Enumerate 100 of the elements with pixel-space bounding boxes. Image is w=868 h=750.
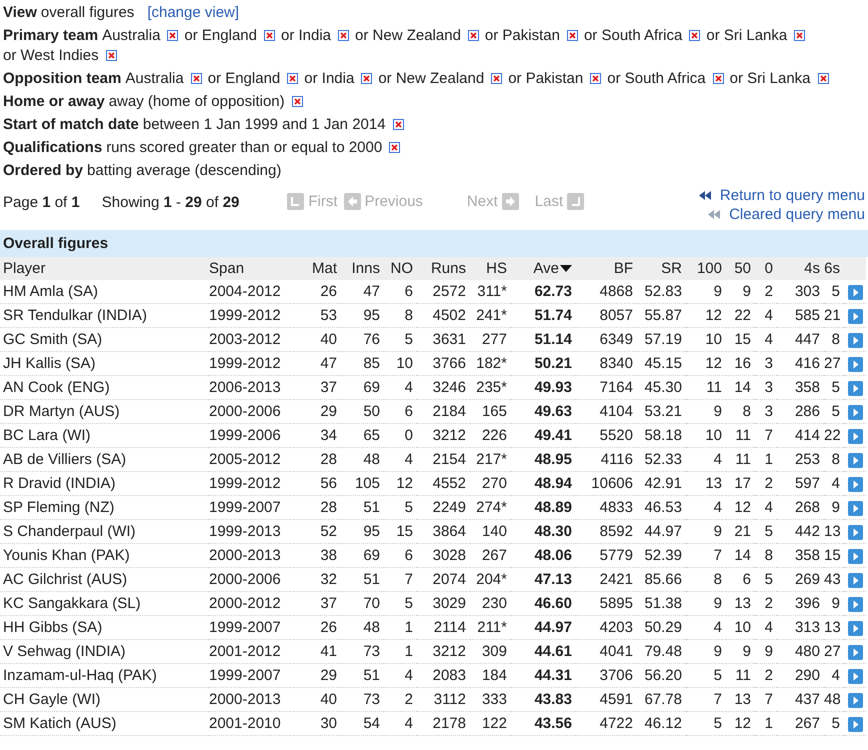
- play-icon[interactable]: [848, 524, 862, 540]
- table-cell: 311*: [470, 280, 511, 304]
- filter-label: Home or away: [3, 93, 105, 110]
- column-header[interactable]: BF: [576, 257, 637, 280]
- table-cell: 3212: [417, 424, 470, 448]
- table-cell: 2572: [417, 280, 470, 304]
- column-header[interactable]: Player: [0, 257, 209, 280]
- remove-icon[interactable]: [190, 73, 202, 84]
- column-header[interactable]: 0: [755, 257, 777, 280]
- column-header[interactable]: 6s: [824, 257, 844, 280]
- remove-icon[interactable]: [590, 73, 602, 84]
- table-cell: 5: [384, 496, 417, 520]
- remove-icon[interactable]: [287, 73, 298, 84]
- remove-icon[interactable]: [338, 30, 350, 41]
- column-header[interactable]: HS: [470, 257, 511, 280]
- play-icon[interactable]: [848, 572, 862, 588]
- remove-icon[interactable]: [689, 30, 700, 41]
- table-cell: 4: [384, 664, 417, 688]
- table-cell: 56.20: [637, 664, 686, 688]
- play-icon[interactable]: [848, 332, 862, 348]
- remove-icon[interactable]: [106, 50, 117, 61]
- column-header[interactable]: SR: [637, 257, 686, 280]
- play-icon[interactable]: [848, 356, 862, 372]
- table-cell: 4104: [576, 400, 637, 424]
- remove-icon[interactable]: [712, 73, 724, 84]
- remove-icon[interactable]: [468, 30, 479, 41]
- play-icon[interactable]: [848, 380, 862, 396]
- remove-icon[interactable]: [794, 30, 806, 41]
- table-cell: 48.89: [511, 496, 576, 520]
- table-cell: 48: [341, 448, 384, 472]
- table-cell: 4: [755, 328, 777, 352]
- column-header[interactable]: Mat: [294, 257, 341, 280]
- play-icon[interactable]: [848, 308, 862, 324]
- play-icon[interactable]: [848, 692, 862, 708]
- column-header[interactable]: Runs: [417, 257, 470, 280]
- table-cell: 3: [755, 352, 777, 376]
- table-cell: 8: [824, 328, 844, 352]
- table-cell: 4: [824, 472, 844, 496]
- table-cell: 79.48: [637, 640, 686, 664]
- change-view-link[interactable]: [change view]: [147, 4, 240, 21]
- remove-icon[interactable]: [292, 96, 303, 107]
- play-icon[interactable]: [848, 428, 862, 444]
- play-icon[interactable]: [848, 452, 862, 468]
- remove-icon[interactable]: [491, 73, 502, 84]
- table-cell: 30: [294, 712, 341, 736]
- filter-value: or South Africa: [607, 70, 706, 87]
- remove-icon[interactable]: [818, 73, 829, 84]
- play-icon[interactable]: [848, 284, 862, 300]
- filter-value: Australia: [125, 70, 184, 87]
- play-icon[interactable]: [848, 476, 862, 492]
- table-cell: 48: [341, 616, 384, 640]
- table-cell: 45.30: [637, 376, 686, 400]
- table-cell: R Dravid (INDIA): [0, 472, 209, 496]
- table-cell: AC Gilchrist (AUS): [0, 568, 209, 592]
- table-cell: 26: [294, 616, 341, 640]
- column-header[interactable]: 50: [726, 257, 755, 280]
- remove-icon[interactable]: [167, 30, 178, 41]
- play-icon[interactable]: [848, 404, 862, 420]
- table-cell: 6: [726, 568, 755, 592]
- remove-icon[interactable]: [264, 30, 275, 41]
- table-cell: 11: [726, 448, 755, 472]
- column-header[interactable]: Span: [209, 257, 294, 280]
- remove-icon[interactable]: [389, 142, 400, 153]
- column-header[interactable]: Ave: [511, 257, 576, 280]
- remove-icon[interactable]: [566, 30, 578, 41]
- table-cell: 37: [294, 376, 341, 400]
- table-cell: 253: [777, 448, 824, 472]
- query-menu-link[interactable]: Cleared query menu: [729, 205, 865, 224]
- table-cell: 1: [384, 616, 417, 640]
- play-icon[interactable]: [848, 596, 862, 612]
- play-icon[interactable]: [848, 716, 862, 732]
- table-cell: 480: [777, 640, 824, 664]
- play-icon[interactable]: [848, 668, 862, 684]
- table-cell: 2004-2012: [209, 280, 294, 304]
- remove-icon[interactable]: [392, 119, 404, 130]
- column-header[interactable]: NO: [384, 257, 417, 280]
- table-cell: BC Lara (WI): [0, 424, 209, 448]
- play-icon[interactable]: [848, 548, 862, 564]
- table-cell: 51.14: [511, 328, 576, 352]
- query-menu-link[interactable]: Return to query menu: [720, 186, 865, 205]
- table-cell: 4: [686, 448, 726, 472]
- table-cell: 41: [294, 640, 341, 664]
- remove-icon[interactable]: [361, 73, 372, 84]
- table-cell: 15: [726, 328, 755, 352]
- table-cell: 51.74: [511, 304, 576, 328]
- play-icon[interactable]: [848, 644, 862, 660]
- table-cell: 9: [686, 520, 726, 544]
- column-header[interactable]: 100: [686, 257, 726, 280]
- table-cell: 3766: [417, 352, 470, 376]
- table-cell: 43.56: [511, 712, 576, 736]
- table-cell: 32: [294, 568, 341, 592]
- table-cell: 3: [755, 400, 777, 424]
- filter-value: or India: [280, 27, 332, 44]
- filter-value: batting average (descending): [87, 162, 282, 179]
- play-icon[interactable]: [848, 500, 862, 516]
- filter-value: away (home of opposition): [108, 93, 285, 110]
- column-header[interactable]: Inns: [341, 257, 384, 280]
- play-icon[interactable]: [848, 620, 862, 636]
- column-header[interactable]: 4s: [777, 257, 824, 280]
- table-cell: 8: [824, 448, 844, 472]
